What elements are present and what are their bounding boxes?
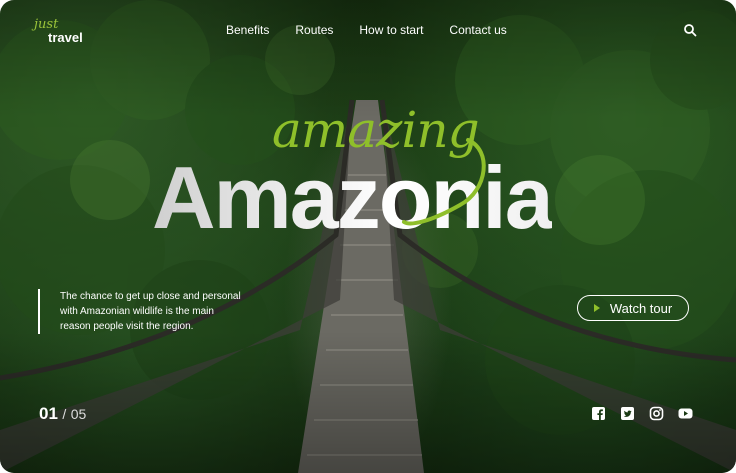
- nav-item-benefits[interactable]: Benefits: [226, 23, 269, 37]
- brand-logo[interactable]: just travel: [34, 18, 83, 45]
- nav-item-contact-us[interactable]: Contact us: [449, 23, 506, 37]
- hero-title: Amazonia: [152, 148, 554, 247]
- main-nav: Benefits Routes How to start Contact us: [226, 23, 507, 37]
- pager-separator: /: [62, 406, 67, 422]
- search-icon[interactable]: [683, 23, 697, 37]
- nav-item-routes[interactable]: Routes: [295, 23, 333, 37]
- hero-description: The chance to get up close and personal …: [38, 289, 256, 334]
- description-line: with Amazonian wildlife is the main: [60, 306, 214, 317]
- instagram-icon[interactable]: [649, 406, 664, 421]
- description-line: The chance to get up close and personal: [60, 291, 241, 302]
- facebook-icon[interactable]: [591, 406, 606, 421]
- current-slide: 01: [39, 404, 58, 423]
- social-links: [591, 406, 693, 421]
- logo-word: travel: [48, 30, 83, 45]
- play-icon: [593, 304, 600, 312]
- nav-item-how-to-start[interactable]: How to start: [359, 23, 423, 37]
- total-slides: 05: [70, 406, 87, 422]
- watch-tour-label: Watch tour: [609, 300, 673, 316]
- slide-pager: 01 / 05: [39, 404, 86, 424]
- twitter-icon[interactable]: [620, 406, 635, 421]
- youtube-icon[interactable]: [678, 406, 693, 421]
- description-line: reason people visit the region.: [60, 321, 194, 332]
- hero-script-word: amazing: [272, 101, 480, 159]
- hero-section: just travel Benefits Routes How to start…: [0, 0, 736, 473]
- watch-tour-button[interactable]: Watch tour: [577, 295, 689, 321]
